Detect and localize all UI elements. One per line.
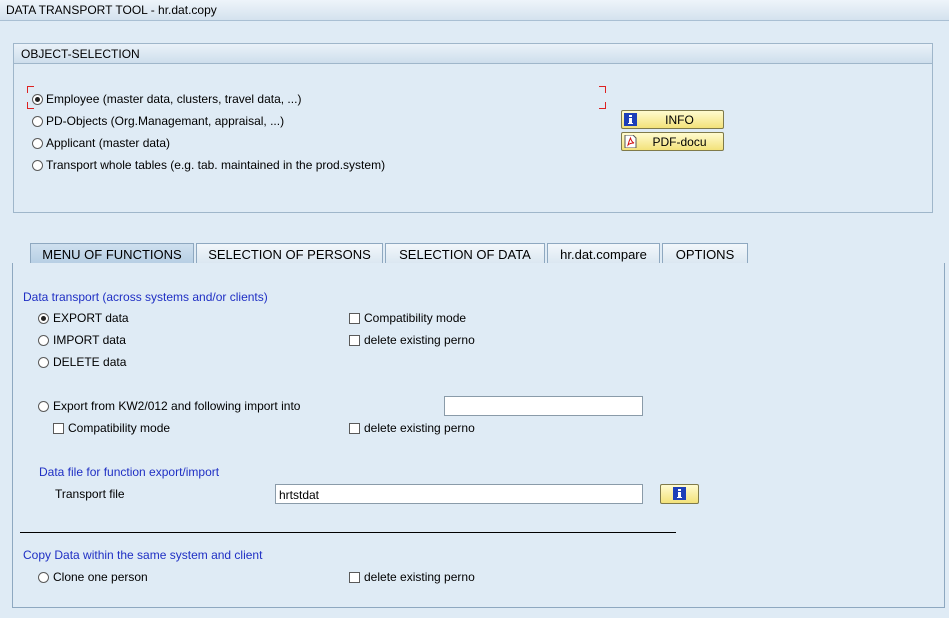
pdf-docu-button[interactable]: PDF-docu (621, 132, 724, 151)
window-title: DATA TRANSPORT TOOL - hr.dat.copy (6, 3, 217, 17)
label-compatibility-mode-2: Compatibility mode (68, 421, 171, 435)
transport-file-value: hrtstdat (279, 488, 320, 502)
data-file-heading: Data file for function export/import (39, 465, 220, 479)
label-applicant: Applicant (master data) (46, 136, 171, 150)
transport-file-info-button[interactable] (660, 484, 699, 504)
tab-label: SELECTION OF DATA (399, 247, 531, 262)
pdf-docu-button-label: PDF-docu (652, 135, 707, 149)
tab-label: OPTIONS (675, 247, 735, 262)
export-import-target-input[interactable] (444, 396, 643, 416)
focus-bracket (599, 102, 606, 109)
checkbox-delete-existing-perno-3[interactable] (349, 572, 360, 583)
tab-label: SELECTION OF PERSONS (208, 247, 371, 262)
object-selection-group: OBJECT-SELECTION Employee (master data, … (13, 43, 933, 213)
tab-menu-of-functions[interactable]: MENU OF FUNCTIONS (30, 243, 194, 263)
object-selection-header: OBJECT-SELECTION (14, 44, 932, 64)
radio-applicant[interactable] (32, 138, 43, 149)
tab-selection-of-data[interactable]: SELECTION OF DATA (385, 243, 545, 263)
radio-employee[interactable] (32, 94, 43, 105)
tab-selection-of-persons[interactable]: SELECTION OF PERSONS (196, 243, 383, 263)
focus-bracket (27, 86, 34, 93)
radio-import-data[interactable] (38, 335, 49, 346)
focus-bracket (599, 86, 606, 93)
checkbox-compatibility-mode[interactable] (349, 313, 360, 324)
label-delete-existing-perno: delete existing perno (364, 333, 475, 347)
tab-label: hr.dat.compare (560, 247, 647, 262)
label-delete-existing-perno-3: delete existing perno (364, 570, 475, 584)
info-icon (673, 487, 686, 500)
info-icon (624, 113, 637, 126)
label-compatibility-mode: Compatibility mode (364, 311, 467, 325)
label-export-data: EXPORT data (53, 311, 129, 325)
separator-line (20, 532, 676, 533)
info-button[interactable]: INFO (621, 110, 724, 129)
label-delete-data: DELETE data (53, 355, 127, 369)
radio-pd-objects[interactable] (32, 116, 43, 127)
tab-label: MENU OF FUNCTIONS (42, 247, 182, 262)
label-pd-objects: PD-Objects (Org.Managemant, appraisal, .… (46, 114, 285, 128)
label-employee: Employee (master data, clusters, travel … (46, 92, 302, 106)
pdf-icon (624, 135, 637, 148)
label-transport-tables: Transport whole tables (e.g. tab. mainta… (46, 158, 386, 172)
checkbox-delete-existing-perno-2[interactable] (349, 423, 360, 434)
checkbox-delete-existing-perno[interactable] (349, 335, 360, 346)
label-transport-file: Transport file (55, 487, 125, 501)
transport-file-input[interactable]: hrtstdat (275, 484, 643, 504)
title-bar: DATA TRANSPORT TOOL - hr.dat.copy (0, 0, 949, 21)
radio-delete-data[interactable] (38, 357, 49, 368)
info-button-label: INFO (665, 113, 694, 127)
radio-export-import[interactable] (38, 401, 49, 412)
data-transport-heading: Data transport (across systems and/or cl… (23, 290, 268, 304)
radio-clone-one-person[interactable] (38, 572, 49, 583)
object-selection-title: OBJECT-SELECTION (21, 47, 140, 61)
copy-data-heading: Copy Data within the same system and cli… (23, 548, 263, 562)
label-import-data: IMPORT data (53, 333, 126, 347)
label-delete-existing-perno-2: delete existing perno (364, 421, 475, 435)
tab-options[interactable]: OPTIONS (662, 243, 748, 263)
radio-transport-tables[interactable] (32, 160, 43, 171)
label-export-import: Export from KW2/012 and following import… (53, 399, 301, 413)
tab-hr-dat-compare[interactable]: hr.dat.compare (547, 243, 660, 263)
radio-export-data[interactable] (38, 313, 49, 324)
checkbox-compatibility-mode-2[interactable] (53, 423, 64, 434)
label-clone-one-person: Clone one person (53, 570, 148, 584)
